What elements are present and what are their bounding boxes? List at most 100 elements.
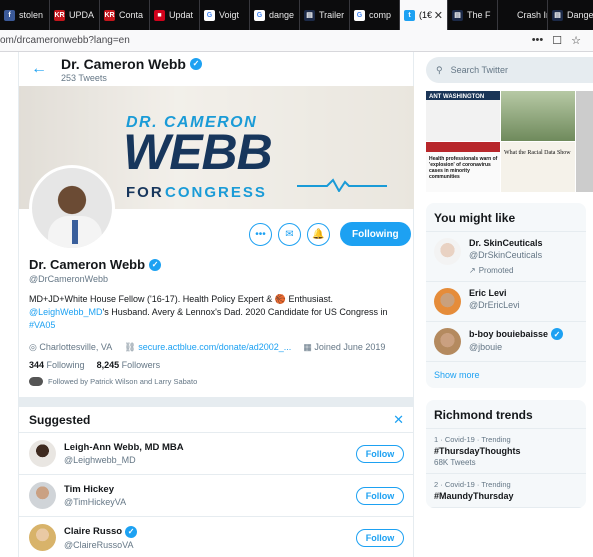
might-like-handle: @DrEricLevi — [469, 300, 520, 310]
browser-tab[interactable]: G Voigt — [200, 0, 250, 30]
avatar[interactable] — [29, 440, 56, 467]
following-label: Following — [46, 360, 85, 370]
might-like-item[interactable]: Dr. SkinCeuticals @DrSkinCeuticals ↗ Prom… — [426, 232, 586, 282]
tweet-count: 253 Tweets — [61, 72, 107, 83]
tab-label: Trailer — [319, 10, 345, 20]
avatar[interactable] — [434, 288, 461, 315]
bio-text-2: 's Husband. Avery & Lennox's Dad. 2020 C… — [102, 307, 388, 317]
tab-favicon-icon: ▤ — [304, 9, 315, 21]
website-link[interactable]: secure.actblue.com/donate/ad2002_... — [138, 342, 291, 352]
media-thumbnail[interactable]: ANT WASHINGTON — [426, 91, 500, 141]
browser-tab[interactable]: ▤ Dange — [548, 0, 593, 30]
show-more-link[interactable]: Show more — [426, 362, 586, 388]
suggested-item[interactable]: Claire Russo ✓ @ClaireRussoVA Follow — [19, 517, 414, 557]
follow-button[interactable]: Follow — [356, 444, 404, 463]
might-like-item[interactable]: b-boy bouiebaisse ✓ @jbouie — [426, 322, 586, 362]
tab-label: comp — [369, 10, 392, 20]
following-stat[interactable]: 344 Following — [29, 360, 85, 370]
browser-tab[interactable]: Gcomp — [350, 0, 400, 30]
left-nav-gutter — [0, 52, 19, 557]
tab-label: Updat — [169, 10, 194, 20]
location-item: ◎ Charlottesville, VA — [29, 342, 112, 353]
avatar[interactable] — [434, 328, 461, 355]
bio-link-hashtag[interactable]: #VA05 — [29, 320, 55, 330]
search-input[interactable]: ⚲ Search Twitter — [426, 57, 593, 83]
profile-info: Dr. Cameron Webb ✓ @DrCameronWebb MD+JD+… — [29, 257, 409, 386]
notifications-button[interactable]: 🔔 — [307, 222, 330, 246]
might-like-name-row: b-boy bouiebaisse ✓ — [469, 328, 564, 340]
trend-item[interactable]: 2 · Covid-19 · Trending #MaundyThursday — [426, 474, 586, 508]
browser-tab[interactable]: ▤ Trailer — [300, 0, 350, 30]
tab-label: dange — [269, 10, 295, 20]
browser-tab[interactable]: Gdange — [250, 0, 300, 30]
message-button[interactable]: ✉ — [278, 222, 301, 246]
followers-label: Followers — [121, 360, 161, 370]
media-thumbnail[interactable]: What the Racial Data Show — [501, 142, 575, 192]
url-bar[interactable]: om/drcameronwebb?lang=en ••• ☐ ☆ — [0, 30, 593, 52]
close-icon[interactable]: ✕ — [393, 412, 404, 428]
follow-button[interactable]: Follow — [356, 486, 404, 505]
suggested-name-text: Leigh-Ann Webb, MD MBA — [64, 442, 184, 453]
screen: f stolen KR UPDA KR Conta ■ Updat G Voigt Gdange ▤ T… — [0, 0, 593, 557]
suggested-item[interactable]: Leigh-Ann Webb, MD MBA @Leighwebb_MD Fol… — [19, 433, 414, 475]
profile-bio: MD+JD+White House Fellow ('16-17). Healt… — [29, 293, 409, 332]
suggested-title: Suggested — [29, 412, 91, 427]
profile-actions: ••• ✉ 🔔 Following — [249, 222, 411, 246]
following-button[interactable]: Following — [340, 222, 411, 246]
avatar[interactable] — [29, 524, 56, 551]
followers-stat[interactable]: 8,245 Followers — [97, 360, 161, 370]
bookmark-star-icon[interactable]: ☆ — [571, 34, 581, 47]
following-count: 344 — [29, 360, 45, 370]
follow-button[interactable]: Follow — [356, 528, 404, 547]
back-arrow-icon[interactable]: ← — [31, 60, 61, 78]
header-name: Dr. Cameron Webb — [61, 55, 186, 72]
close-tab-icon[interactable]: ✕ — [434, 9, 443, 22]
tab-favicon-icon: ■ — [154, 9, 165, 21]
media-thumbnail[interactable]: Health professionals warn of 'explosion'… — [426, 142, 500, 192]
avatar[interactable] — [434, 238, 461, 265]
browser-tab[interactable]: t (1€ ✕ — [400, 0, 448, 30]
section-divider — [19, 397, 414, 407]
search-placeholder: Search Twitter — [450, 65, 508, 75]
followed-by[interactable]: Followed by Patrick Wilson and Larry Sab… — [29, 377, 409, 386]
trends-title: Richmond trends — [426, 400, 586, 429]
media-thumbnail[interactable] — [501, 91, 575, 141]
page-actions-icon[interactable]: ••• — [532, 34, 544, 47]
might-like-item[interactable]: Eric Levi @DrEricLevi — [426, 282, 586, 322]
browser-tab[interactable]: f stolen — [0, 0, 50, 30]
tab-label: (1€ — [419, 10, 433, 20]
media-thumbnail[interactable] — [576, 91, 593, 192]
banner-pulse-icon — [297, 178, 387, 192]
suggested-item[interactable]: Tim Hickey @TimHickeyVA Follow — [19, 475, 414, 517]
suggested-name-text: Claire Russo — [64, 526, 123, 537]
suggested-name: Tim Hickey — [64, 484, 356, 495]
more-button[interactable]: ••• — [249, 222, 272, 246]
tab-label: The F — [467, 10, 491, 20]
media-caption: Health professionals warn of 'explosion'… — [429, 156, 498, 180]
pocket-icon[interactable]: ☐ — [552, 34, 562, 47]
bio-link-spouse[interactable]: @LeighWebb_MD — [29, 307, 103, 317]
verified-badge-icon: ✓ — [190, 57, 202, 70]
profile-name: Dr. Cameron Webb — [29, 257, 146, 272]
promoted-icon: ↗ — [469, 266, 476, 275]
followers-count: 8,245 — [96, 360, 120, 370]
browser-tab[interactable]: ▤ The F — [448, 0, 498, 30]
tab-favicon-icon: ▤ — [552, 9, 563, 21]
url-text[interactable]: om/drcameronwebb?lang=en — [0, 35, 532, 46]
website-item[interactable]: ⛓ secure.actblue.com/donate/ad2002_... — [124, 342, 291, 353]
trend-context: 1 · Covid-19 · Trending — [434, 435, 511, 444]
browser-tab[interactable]: KR Conta — [100, 0, 150, 30]
avatar[interactable] — [29, 482, 56, 509]
media-caption: What the Racial Data Show — [504, 150, 571, 156]
might-like-name: b-boy bouiebaisse — [469, 329, 549, 339]
suggested-name: Leigh-Ann Webb, MD MBA — [64, 442, 356, 453]
browser-tab[interactable]: KR UPDA — [50, 0, 100, 30]
browser-tab[interactable]: ■ Updat — [150, 0, 200, 30]
location-pin-icon: ◎ — [29, 342, 37, 352]
tab-label: Dange — [567, 10, 593, 20]
might-like-name: Eric Levi — [469, 288, 507, 298]
profile-avatar[interactable] — [29, 165, 115, 251]
might-like-name: Dr. SkinCeuticals — [469, 238, 543, 248]
trend-item[interactable]: 1 · Covid-19 · Trending #ThursdayThought… — [426, 429, 586, 474]
browser-tab[interactable]: Crash Inve — [498, 0, 548, 30]
